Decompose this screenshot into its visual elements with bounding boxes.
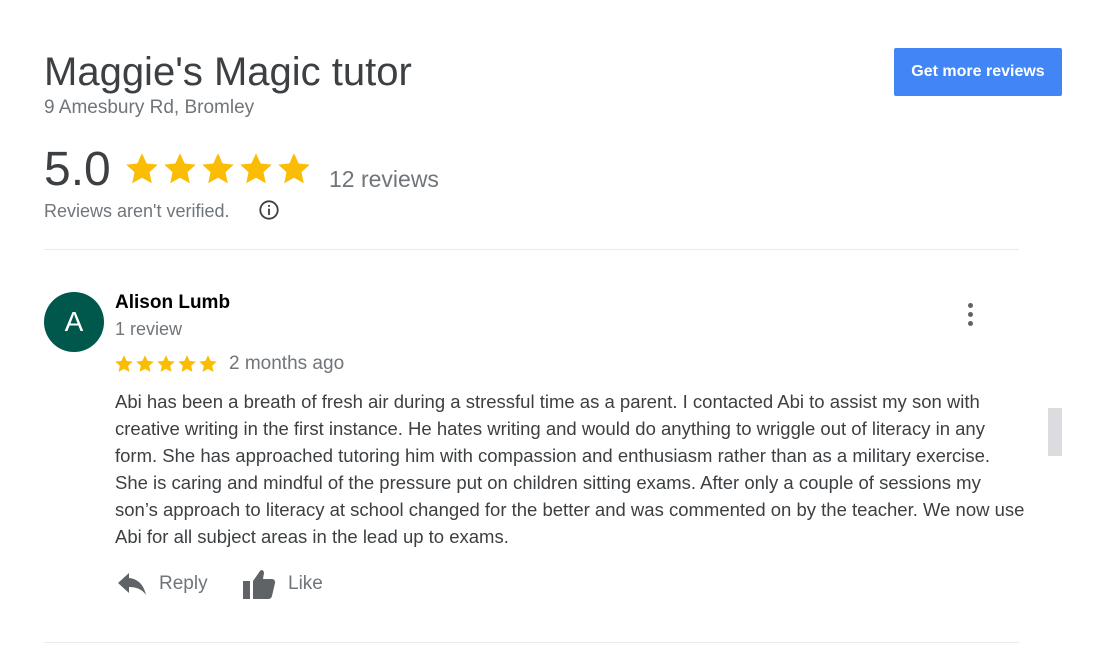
reviewer-review-count: 1 review [115,319,183,339]
review-stars [114,354,218,374]
reviewer-name[interactable]: Alison Lumb [115,291,230,315]
verification-note: Reviews aren't verified. [44,201,230,221]
review-count-link[interactable]: 12 reviews [329,165,439,193]
star-icon [136,355,154,372]
star-icon [115,355,133,372]
business-address: 9 Amesbury Rd, Bromley [44,97,255,118]
star-icon [202,153,234,184]
info-icon[interactable] [258,199,280,221]
rating-stars [124,150,312,188]
star-icon [178,355,196,372]
star-icon [157,355,175,372]
reply-label: Reply [159,573,208,594]
star-icon [164,153,196,184]
get-more-reviews-button[interactable]: Get more reviews [894,48,1062,96]
reply-button[interactable]: Reply [117,566,208,602]
star-icon [240,153,272,184]
star-icon [199,355,217,372]
divider [44,249,1019,250]
business-name: Maggie's Magic tutor [44,50,412,94]
reply-icon [118,573,146,595]
like-label: Like [288,573,323,594]
divider [44,642,1019,643]
thumbs-up-icon [243,570,276,599]
star-icon [278,153,310,184]
like-button[interactable]: Like [242,566,323,602]
more-vert-icon[interactable] [958,298,982,330]
average-rating: 5.0 [44,143,111,196]
star-icon [126,153,158,184]
avatar[interactable]: A [44,292,104,352]
review-text: Abi has been a breath of fresh air durin… [115,391,1025,547]
scrollbar-thumb[interactable] [1048,408,1062,456]
review-date: 2 months ago [229,353,345,374]
reviews-page: Maggie's Magic tutor 9 Amesbury Rd, Brom… [0,0,1114,664]
